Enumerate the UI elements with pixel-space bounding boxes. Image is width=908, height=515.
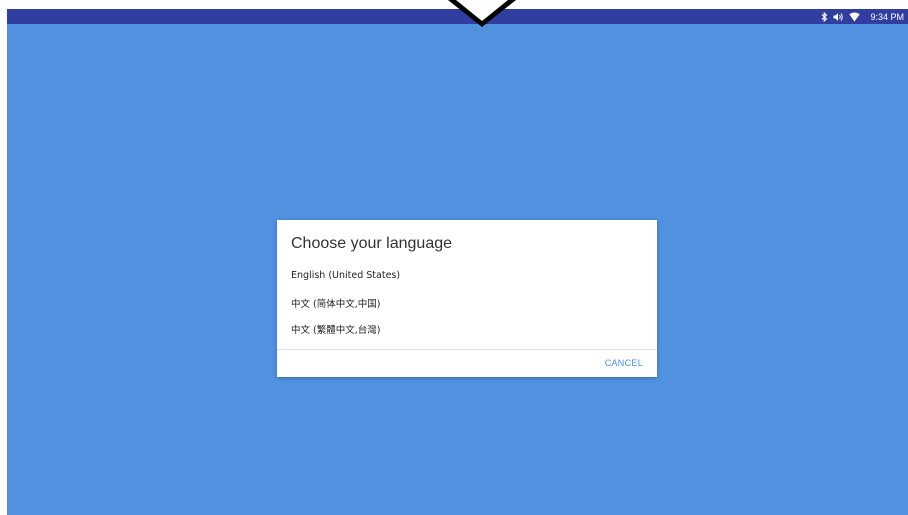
cancel-button[interactable]: CANCEL (605, 358, 643, 368)
language-option-chinese-simplified[interactable]: 中文 (简体中文,中国) (291, 296, 380, 310)
dialog-title: Choose your language (291, 235, 453, 252)
down-arrow-icon (430, 0, 534, 30)
volume-icon (833, 12, 844, 22)
status-time: 9:34 PM (870, 11, 904, 22)
status-icons: 9:34 PM (821, 9, 904, 24)
wifi-icon (849, 12, 861, 22)
dialog-divider (277, 349, 657, 350)
device-screen: 9:34 PM Choose your language English (Un… (7, 9, 908, 515)
language-dialog: Choose your language English (United Sta… (277, 220, 657, 377)
language-option-english-us[interactable]: English (United States) (291, 270, 400, 281)
language-option-chinese-traditional[interactable]: 中文 (繁體中文,台灣) (291, 322, 380, 336)
bluetooth-icon (821, 11, 828, 22)
